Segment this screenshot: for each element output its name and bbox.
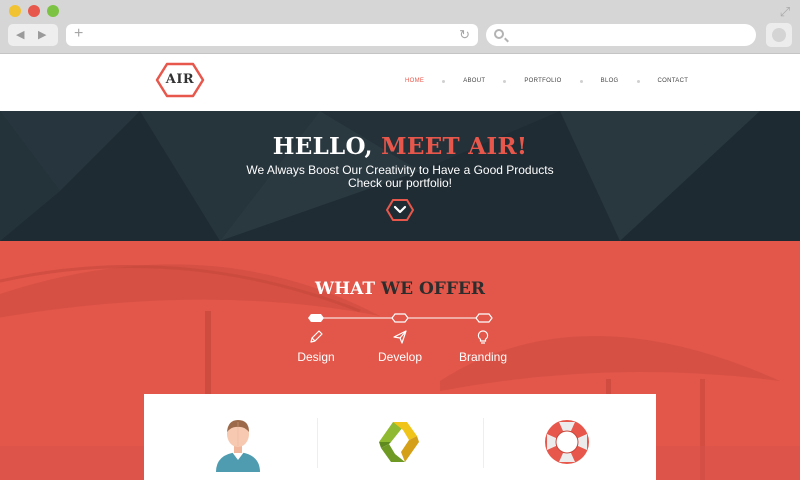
forward-button[interactable]: ▶: [38, 28, 46, 41]
address-bar[interactable]: + ↻: [66, 24, 478, 46]
nav-separator: [636, 79, 640, 83]
lightbulb-icon: [477, 330, 489, 344]
features-card: [144, 394, 656, 480]
hero-title: HELLO, MEET AIR!: [0, 133, 800, 160]
hero-title-accent: MEET AIR!: [381, 133, 528, 160]
nav-about[interactable]: ABOUT: [463, 78, 485, 84]
offer-title-dark: WE OFFER: [380, 279, 485, 299]
services-timeline: [308, 313, 493, 323]
browser-search-input[interactable]: [486, 24, 756, 46]
nav-portfolio[interactable]: PORTFOLIO: [524, 78, 561, 84]
card-divider: [317, 418, 318, 468]
minimize-window-button[interactable]: [9, 5, 21, 17]
offer-section: WHAT WE OFFER Design Develop Branding: [0, 241, 800, 480]
scroll-down-icon[interactable]: [386, 199, 414, 221]
offer-title: WHAT WE OFFER: [0, 279, 800, 299]
logo-text: AIR: [165, 72, 195, 87]
back-button[interactable]: ◀: [16, 28, 24, 41]
extension-button[interactable]: [766, 23, 792, 47]
search-icon: [494, 29, 504, 39]
recycle-arrows-icon: [379, 422, 419, 462]
nav-home[interactable]: HOME: [405, 78, 424, 84]
new-tab-icon[interactable]: +: [74, 25, 83, 43]
feature-support: [537, 412, 597, 472]
hero-title-prefix: HELLO,: [272, 133, 382, 160]
feature-sustainable: [369, 412, 429, 472]
history-nav: ◀ ▶: [8, 24, 58, 46]
nav-contact[interactable]: CONTACT: [658, 78, 689, 84]
site-logo[interactable]: AIR: [155, 62, 205, 98]
lifebuoy-icon: [545, 420, 589, 464]
hero-subtitle: We Always Boost Our Creativity to Have a…: [246, 163, 554, 177]
nav-blog[interactable]: BLOG: [601, 78, 619, 84]
main-nav: HOME ABOUT PORTFOLIO BLOG CONTACT: [405, 75, 688, 87]
service-design-label: Design: [297, 350, 335, 364]
service-branding-label: Branding: [458, 350, 508, 364]
nav-separator: [503, 79, 507, 83]
card-divider: [483, 418, 484, 468]
site-header: AIR HOME ABOUT PORTFOLIO BLOG CONTACT: [0, 54, 800, 111]
close-window-button[interactable]: [28, 5, 40, 17]
reload-icon[interactable]: ↻: [459, 27, 470, 43]
user-avatar-icon: [216, 420, 260, 472]
service-design[interactable]: Design: [276, 329, 356, 364]
maximize-window-button[interactable]: [47, 5, 59, 17]
service-branding[interactable]: Branding: [443, 329, 523, 364]
pencil-icon: [310, 330, 323, 343]
paper-plane-icon: [393, 330, 407, 344]
offer-title-light: WHAT: [315, 279, 381, 299]
nav-separator: [579, 79, 583, 83]
feature-team: [208, 412, 268, 472]
fullscreen-icon[interactable]: ⤢: [778, 5, 792, 19]
service-develop-label: Develop: [377, 350, 423, 364]
browser-chrome: ⤢ ◀ ▶ + ↻: [0, 0, 800, 54]
hero-subtitle-cta: Check our portfolio!: [347, 176, 453, 190]
service-develop[interactable]: Develop: [360, 329, 440, 364]
hero-section: HELLO, MEET AIR! We Always Boost Our Cre…: [0, 111, 800, 241]
nav-separator: [442, 79, 446, 83]
